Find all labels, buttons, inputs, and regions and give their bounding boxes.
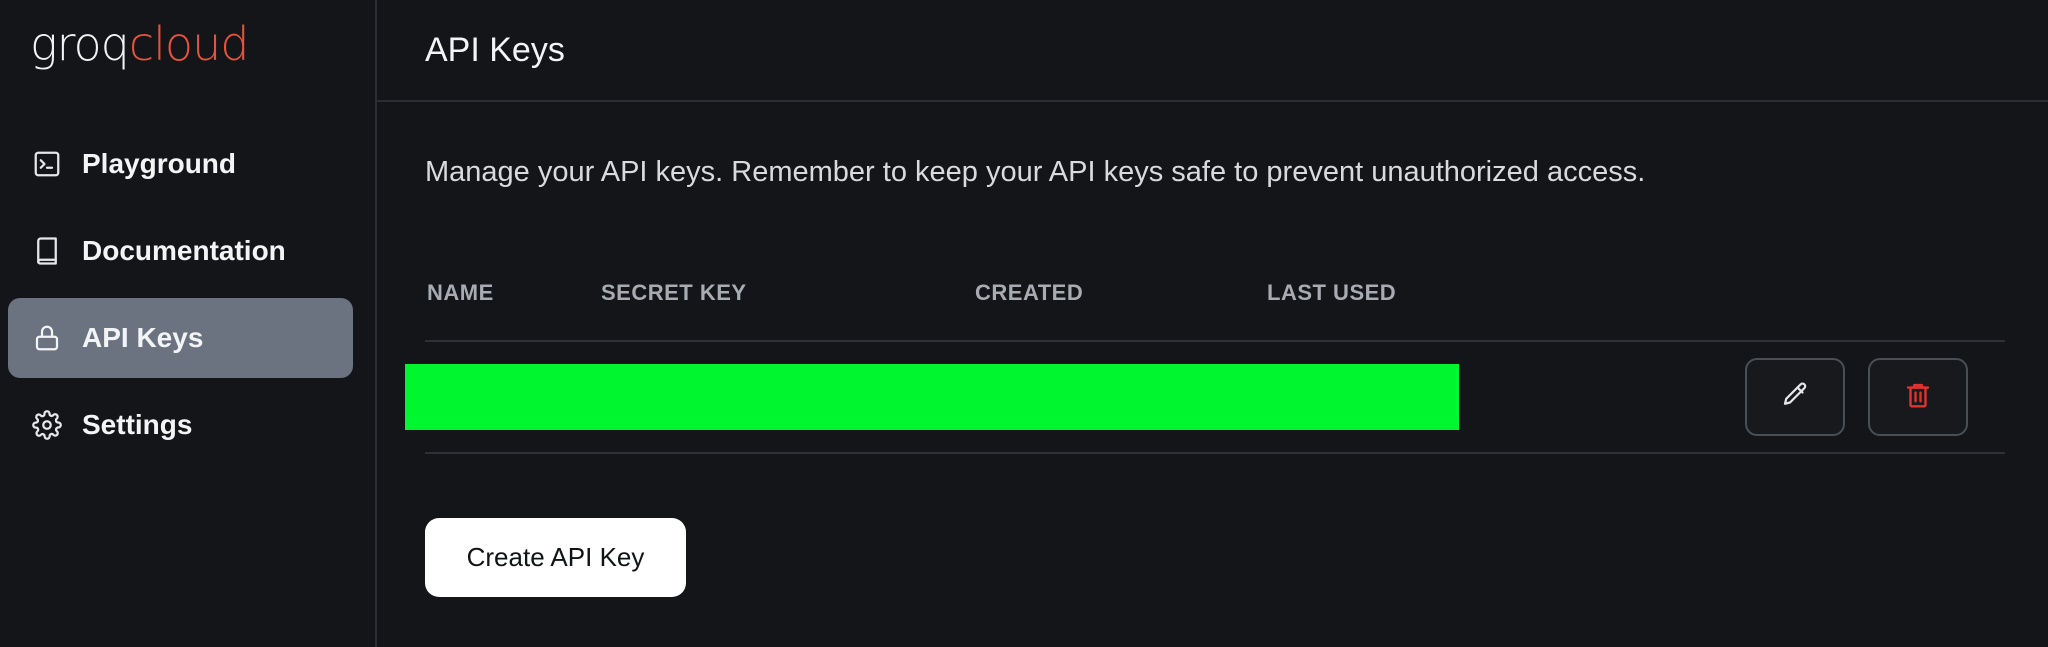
logo-groq: groq [30, 17, 130, 71]
page-description: Manage your API keys. Remember to keep y… [425, 156, 1646, 188]
column-header-secret-key: SECRET KEY [601, 280, 747, 305]
create-api-key-button[interactable]: Create API Key [425, 518, 686, 597]
redacted-key-details [405, 364, 1459, 430]
topbar: API Keys [377, 0, 2048, 102]
lock-icon [32, 323, 62, 353]
sidebar-item-label: API Keys [82, 322, 204, 353]
sidebar-item-settings[interactable]: Settings [8, 385, 353, 465]
sidebar-item-label: Documentation [82, 235, 286, 266]
sidebar: groqcloud Playground Documentation API K… [0, 0, 377, 647]
column-header-created: CREATED [975, 280, 1084, 305]
groqcloud-logo[interactable]: groqcloud [30, 14, 250, 74]
edit-key-button[interactable] [1745, 358, 1845, 436]
trash-icon [1903, 380, 1933, 415]
table-row [405, 342, 2005, 454]
logo-cloud: cloud [128, 17, 250, 71]
app-root: groqcloud Playground Documentation API K… [0, 0, 2048, 647]
terminal-icon [32, 149, 62, 179]
table-header: NAME SECRET KEY CREATED LAST USED [425, 280, 2005, 342]
delete-key-button[interactable] [1868, 358, 1968, 436]
sidebar-item-label: Settings [82, 409, 193, 440]
main-panel: API Keys Manage your API keys. Remember … [377, 0, 2048, 647]
sidebar-item-playground[interactable]: Playground [8, 124, 353, 204]
sidebar-item-label: Playground [82, 148, 237, 179]
book-icon [32, 236, 62, 266]
sidebar-nav: Playground Documentation API Keys Settin… [8, 124, 353, 472]
page-title: API Keys [425, 30, 565, 69]
sidebar-item-api-keys[interactable]: API Keys [8, 298, 353, 378]
pencil-icon [1780, 380, 1810, 415]
column-header-name: NAME [427, 280, 494, 305]
sidebar-item-documentation[interactable]: Documentation [8, 211, 353, 291]
gear-icon [32, 410, 62, 440]
column-header-last-used: LAST USED [1267, 280, 1397, 305]
